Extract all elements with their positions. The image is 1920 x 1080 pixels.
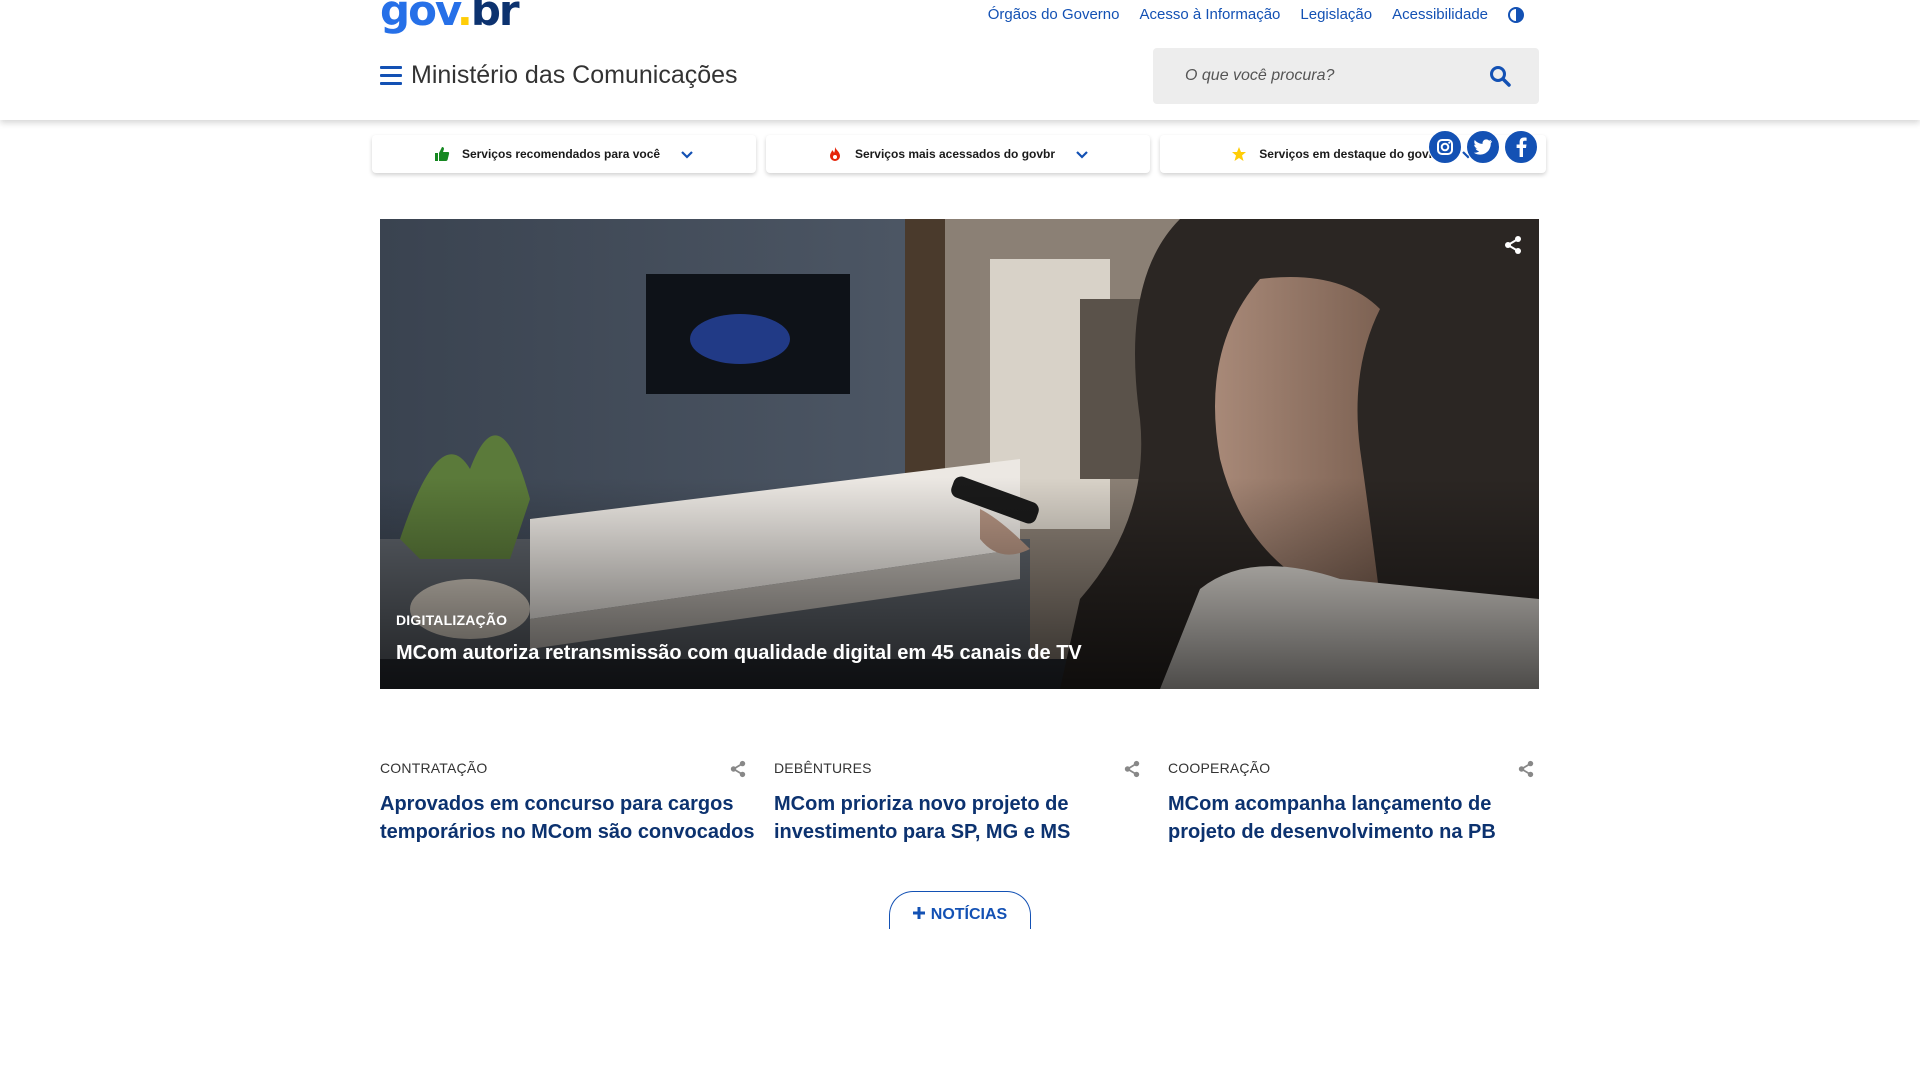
- star-icon: [1231, 146, 1247, 162]
- instagram-icon[interactable]: [1428, 130, 1462, 164]
- plus-icon: [912, 906, 925, 924]
- share-icon[interactable]: [1503, 235, 1523, 255]
- facebook-icon[interactable]: [1504, 130, 1538, 164]
- services-most-accessed-dropdown[interactable]: Serviços mais acessados do govbr: [766, 135, 1150, 173]
- search-icon[interactable]: [1489, 65, 1511, 87]
- share-icon[interactable]: [1123, 760, 1141, 778]
- hero-headline[interactable]: MCom autoriza retransmissão com qualidad…: [396, 642, 1082, 665]
- link-orgaos-do-governo[interactable]: Órgãos do Governo: [988, 6, 1120, 23]
- chevron-down-icon: [680, 149, 694, 159]
- news-title[interactable]: Aprovados em concurso para cargos tempor…: [380, 790, 755, 846]
- services-highlighted-label: Serviços em destaque do govbr: [1259, 147, 1441, 161]
- link-acesso-a-informacao[interactable]: Acesso à Informação: [1139, 6, 1280, 23]
- share-icon[interactable]: [729, 760, 747, 778]
- site-header: gov.br Órgãos do Governo Acesso à Inform…: [0, 0, 1920, 120]
- govbr-logo[interactable]: gov.br: [380, 0, 520, 36]
- news-category: DEBÊNTURES: [774, 760, 872, 776]
- services-most-accessed-label: Serviços mais acessados do govbr: [854, 147, 1056, 161]
- services-recommended-label: Serviços recomendados para você: [461, 147, 661, 161]
- fire-icon: [827, 146, 843, 162]
- hero-category: DIGITALIZAÇÃO: [396, 612, 508, 628]
- search-input[interactable]: [1153, 48, 1483, 104]
- hero-image: [380, 219, 1539, 689]
- link-legislacao[interactable]: Legislação: [1300, 6, 1372, 23]
- social-links: [1428, 130, 1538, 164]
- news-category: CONTRATAÇÃO: [380, 760, 488, 776]
- page-title: Ministério das Comunicações: [411, 61, 738, 89]
- news-card: CONTRATAÇÃO Aprovados em concurso para c…: [380, 760, 755, 846]
- hero-banner[interactable]: DIGITALIZAÇÃO MCom autoriza retransmissã…: [380, 219, 1539, 689]
- contrast-icon[interactable]: [1508, 6, 1524, 23]
- news-category: COOPERAÇÃO: [1168, 760, 1271, 776]
- menu-icon[interactable]: [380, 66, 402, 86]
- share-icon[interactable]: [1517, 760, 1535, 778]
- services-recommended-dropdown[interactable]: Serviços recomendados para você: [372, 135, 756, 173]
- news-card: DEBÊNTURES MCom prioriza novo projeto de…: [774, 760, 1149, 846]
- link-acessibilidade[interactable]: Acessibilidade: [1392, 6, 1488, 23]
- services-bar: Serviços recomendados para você Serviços…: [372, 135, 1548, 175]
- more-news-button[interactable]: NOTÍCIAS: [889, 891, 1031, 929]
- news-title[interactable]: MCom prioriza novo projeto de investimen…: [774, 790, 1149, 846]
- thumbs-up-icon: [434, 146, 450, 162]
- search-box: [1153, 48, 1539, 104]
- top-links: Órgãos do Governo Acesso à Informação Le…: [988, 6, 1524, 23]
- more-news-label: NOTÍCIAS: [930, 905, 1008, 923]
- news-card: COOPERAÇÃO MCom acompanha lançamento de …: [1168, 760, 1543, 846]
- twitter-icon[interactable]: [1466, 130, 1500, 164]
- news-title[interactable]: MCom acompanha lançamento de projeto de …: [1168, 790, 1543, 846]
- chevron-down-icon: [1075, 149, 1089, 159]
